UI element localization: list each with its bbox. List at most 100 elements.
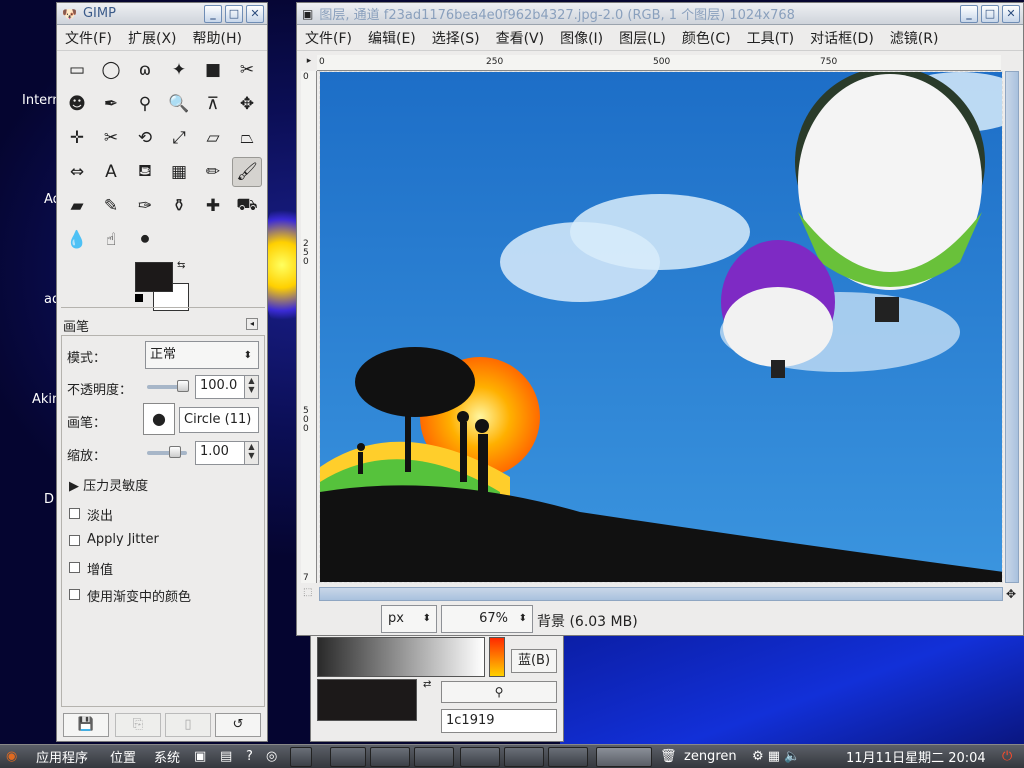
perspective-clone-icon[interactable]: ⛟	[232, 191, 262, 221]
checkbox[interactable]	[69, 535, 80, 546]
menu-item[interactable]: 图像(I)	[552, 28, 611, 48]
zoom-icon[interactable]: 🔍	[164, 89, 194, 119]
color-gradient-strip[interactable]	[317, 637, 485, 677]
taskbar-window-button[interactable]	[414, 747, 454, 767]
restore-options-button[interactable]: ⎘	[115, 713, 161, 737]
screenshot-icon[interactable]: ▤	[220, 745, 232, 767]
menu-item[interactable]: 工具(T)	[739, 28, 802, 48]
menu-item[interactable]: 滤镜(R)	[882, 28, 947, 48]
crop-icon[interactable]: ✂	[96, 123, 126, 153]
places-menu[interactable]: 位置	[110, 745, 136, 767]
lasso-icon[interactable]: ɷ	[130, 55, 160, 85]
foreground-color-swatch[interactable]	[135, 262, 173, 292]
ink-icon[interactable]: ✑	[130, 191, 160, 221]
menu-item[interactable]: 帮助(H)	[185, 28, 250, 48]
taskbar-window-button[interactable]	[548, 747, 588, 767]
move-icon[interactable]: ✥	[232, 89, 262, 119]
zoom-select[interactable]: 67% ⬍	[441, 605, 533, 633]
rect-select-icon[interactable]: ▭	[62, 55, 92, 85]
color-scale-bar[interactable]	[489, 637, 505, 677]
taskbar-window-button[interactable]	[460, 747, 500, 767]
dodge-burn-icon[interactable]: ⚫	[130, 225, 160, 255]
blur-icon[interactable]: 💧	[62, 225, 92, 255]
desktop-icon-label[interactable]: Intern	[22, 93, 61, 108]
brush-name[interactable]: Circle (11)	[179, 407, 259, 433]
perspective-icon[interactable]: ⏢	[232, 123, 262, 153]
menu-item[interactable]: 文件(F)	[297, 28, 360, 48]
toolbox-titlebar[interactable]: 🐶 GIMP _ □ ✕	[57, 3, 267, 25]
slider-handle[interactable]	[169, 446, 181, 458]
magic-wand-icon[interactable]: ✦	[164, 55, 194, 85]
pencil-icon[interactable]: ✏	[198, 157, 228, 187]
applications-menu[interactable]: 应用程序	[36, 745, 88, 767]
menu-item[interactable]: 文件(F)	[57, 28, 120, 48]
save-options-button[interactable]: 💾	[63, 713, 109, 737]
image-titlebar[interactable]: ▣ 图层, 通道 f23ad1176bea4e0f962b4327.jpg-2.…	[297, 3, 1023, 25]
terminal-icon[interactable]: ▣	[194, 745, 206, 767]
image-canvas[interactable]	[319, 71, 1003, 583]
show-desktop-button[interactable]	[290, 747, 312, 767]
text-icon[interactable]: A	[96, 157, 126, 187]
horizontal-ruler[interactable]: 0 250 500 750	[317, 55, 1001, 71]
minimize-button[interactable]: _	[204, 5, 222, 23]
mode-select[interactable]: 正常 ⬍	[145, 341, 259, 369]
menu-item[interactable]: 对话框(D)	[802, 28, 882, 48]
default-colors-icon[interactable]	[135, 294, 143, 302]
color-select-icon[interactable]: ■	[198, 55, 228, 85]
bucket-fill-icon[interactable]: ⛾	[130, 157, 160, 187]
system-menu[interactable]: 系统	[154, 745, 180, 767]
eraser-icon[interactable]: ▰	[62, 191, 92, 221]
ubuntu-icon[interactable]: ◉	[6, 745, 17, 767]
browser-icon[interactable]: ◎	[266, 745, 277, 767]
flip-icon[interactable]: ⇔	[62, 157, 92, 187]
swap-icon[interactable]: ⇄	[423, 679, 433, 690]
ellipse-select-icon[interactable]: ◯	[96, 55, 126, 85]
desktop-icon-label[interactable]: D	[44, 492, 54, 507]
vertical-scrollbar[interactable]	[1005, 71, 1019, 583]
menu-item[interactable]: 图层(L)	[611, 28, 674, 48]
ruler-corner-icon[interactable]: ▸	[303, 56, 315, 68]
brush-preview[interactable]: ●	[143, 403, 175, 435]
slider-handle[interactable]	[177, 380, 189, 392]
pressure-expander[interactable]: ▶ 压力灵敏度	[69, 475, 148, 494]
channel-button[interactable]: 蓝(B)	[511, 649, 557, 673]
delete-options-button[interactable]: ▯	[165, 713, 211, 737]
menu-item[interactable]: 扩展(X)	[120, 28, 185, 48]
quickmask-icon[interactable]: ⬚	[303, 587, 315, 599]
maximize-button[interactable]: □	[225, 5, 243, 23]
scale-input[interactable]: 1.00	[195, 441, 245, 465]
swap-colors-icon[interactable]: ⇆	[177, 260, 185, 271]
menu-item[interactable]: 编辑(E)	[360, 28, 424, 48]
scissors-icon[interactable]: ✂	[232, 55, 262, 85]
color-picker-button[interactable]: ⚲	[441, 681, 557, 703]
scale-spinner[interactable]: ▲ ▼	[245, 441, 259, 465]
tray-icons[interactable]: ⚙ ▦ 🔈	[752, 745, 800, 767]
paintbrush-icon[interactable]: 🖌	[232, 157, 262, 187]
scale-slider[interactable]	[147, 446, 187, 458]
scale-icon[interactable]: ⤢	[164, 123, 194, 153]
color-picker-icon[interactable]: ⚲	[130, 89, 160, 119]
reset-options-button[interactable]: ↺	[215, 713, 261, 737]
trash-icon[interactable]: 🗑	[660, 745, 677, 767]
taskbar-window-button[interactable]	[504, 747, 544, 767]
clock[interactable]: 11月11日星期二 20:04	[846, 745, 986, 767]
align-icon[interactable]: ✛	[62, 123, 92, 153]
vertical-ruler[interactable]: 0 250 500 7	[301, 71, 317, 583]
power-icon[interactable]: ⏻	[1002, 745, 1012, 767]
blend-icon[interactable]: ▦	[164, 157, 194, 187]
taskbar-window-button[interactable]	[370, 747, 410, 767]
smudge-icon[interactable]: ☝	[96, 225, 126, 255]
menu-item[interactable]: 选择(S)	[424, 28, 488, 48]
measure-icon[interactable]: ⊼	[198, 89, 228, 119]
clone-icon[interactable]: ⚱	[164, 191, 194, 221]
opacity-spinner[interactable]: ▲ ▼	[245, 375, 259, 399]
navigate-icon[interactable]: ✥	[1006, 587, 1016, 601]
minimize-button[interactable]: _	[960, 5, 978, 23]
paths-icon[interactable]: ✒	[96, 89, 126, 119]
close-button[interactable]: ✕	[1002, 5, 1020, 23]
help-icon[interactable]: ?	[246, 745, 253, 767]
options-menu-icon[interactable]: ◂	[246, 318, 258, 330]
checkbox[interactable]	[69, 562, 80, 573]
checkbox[interactable]	[69, 589, 80, 600]
hex-input[interactable]: 1c1919	[441, 709, 557, 733]
